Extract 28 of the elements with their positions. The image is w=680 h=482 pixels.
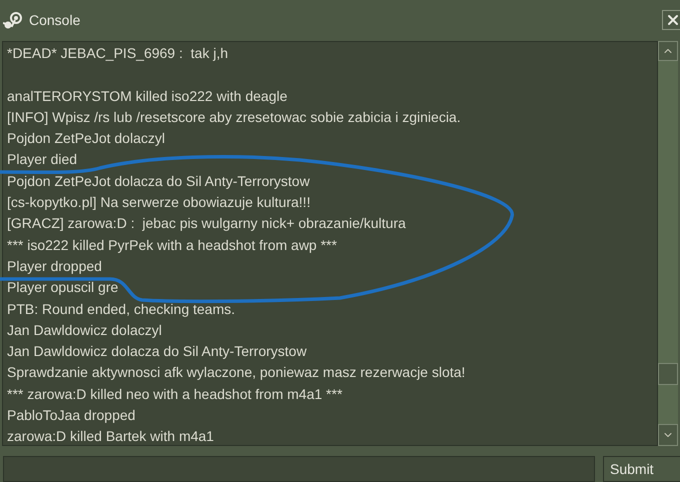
log-line: [cs-kopytko.pl] Na serwerze obowiazuje kultura!!! xyxy=(7,193,310,212)
log-line: Player died xyxy=(7,150,78,170)
log-line: Pojdon ZetPeJot dolaczyl xyxy=(7,129,165,148)
window-title: Console xyxy=(29,11,80,30)
log-line: PabloToJaa dropped xyxy=(7,406,136,426)
scroll-up-button[interactable] xyxy=(658,41,678,61)
log-line: *** iso222 killed PyrPek with a headshot from awp *** xyxy=(7,236,337,255)
scroll-down-button[interactable] xyxy=(658,424,678,446)
steam-logo-icon xyxy=(3,12,23,30)
log-line: *** zarowa:D killed neo with a headshot from m4a1 *** xyxy=(7,384,342,404)
log-line: PTB: Round ended, checking teams. xyxy=(7,300,236,319)
close-icon xyxy=(665,12,680,28)
log-line: Pojdon ZetPeJot dolacza do Sil Anty-Terrorystow xyxy=(7,172,310,191)
log-line: Jan Dawldowicz dolacza do Sil Anty-Terrorystow xyxy=(7,342,307,362)
close-button[interactable] xyxy=(662,10,680,30)
log-line: Jan Dawldowicz dolaczyl xyxy=(7,320,162,340)
scrollbar[interactable] xyxy=(658,41,678,446)
log-line: [GRACZ] zarowa:D : jebac pis wulgarny nick+ obrazanie/kultura xyxy=(7,214,406,234)
log-line: [INFO] Wpisz /rs lub /resetscore aby zresetowac sobie zabicia i zginiecia. xyxy=(7,108,461,127)
log-line: Player opuscil gre xyxy=(7,278,118,298)
log-line: zarowa:D killed Bartek with m4a1 xyxy=(7,427,214,445)
log-line: *DEAD* JEBAC_PIS_6969 : tak j,h xyxy=(7,44,228,63)
command-input-field[interactable] xyxy=(3,456,595,482)
log-line: Sprawdzanie aktywnosci afk wylaczone, poniewaz masz rezerwacje slota! xyxy=(7,363,466,382)
submit-button[interactable]: Submit xyxy=(603,456,680,482)
scroll-thumb[interactable] xyxy=(658,363,678,385)
log-line: analTERORYSTOM killed iso222 with deagle xyxy=(7,86,288,106)
log-line: Player dropped xyxy=(7,256,102,276)
